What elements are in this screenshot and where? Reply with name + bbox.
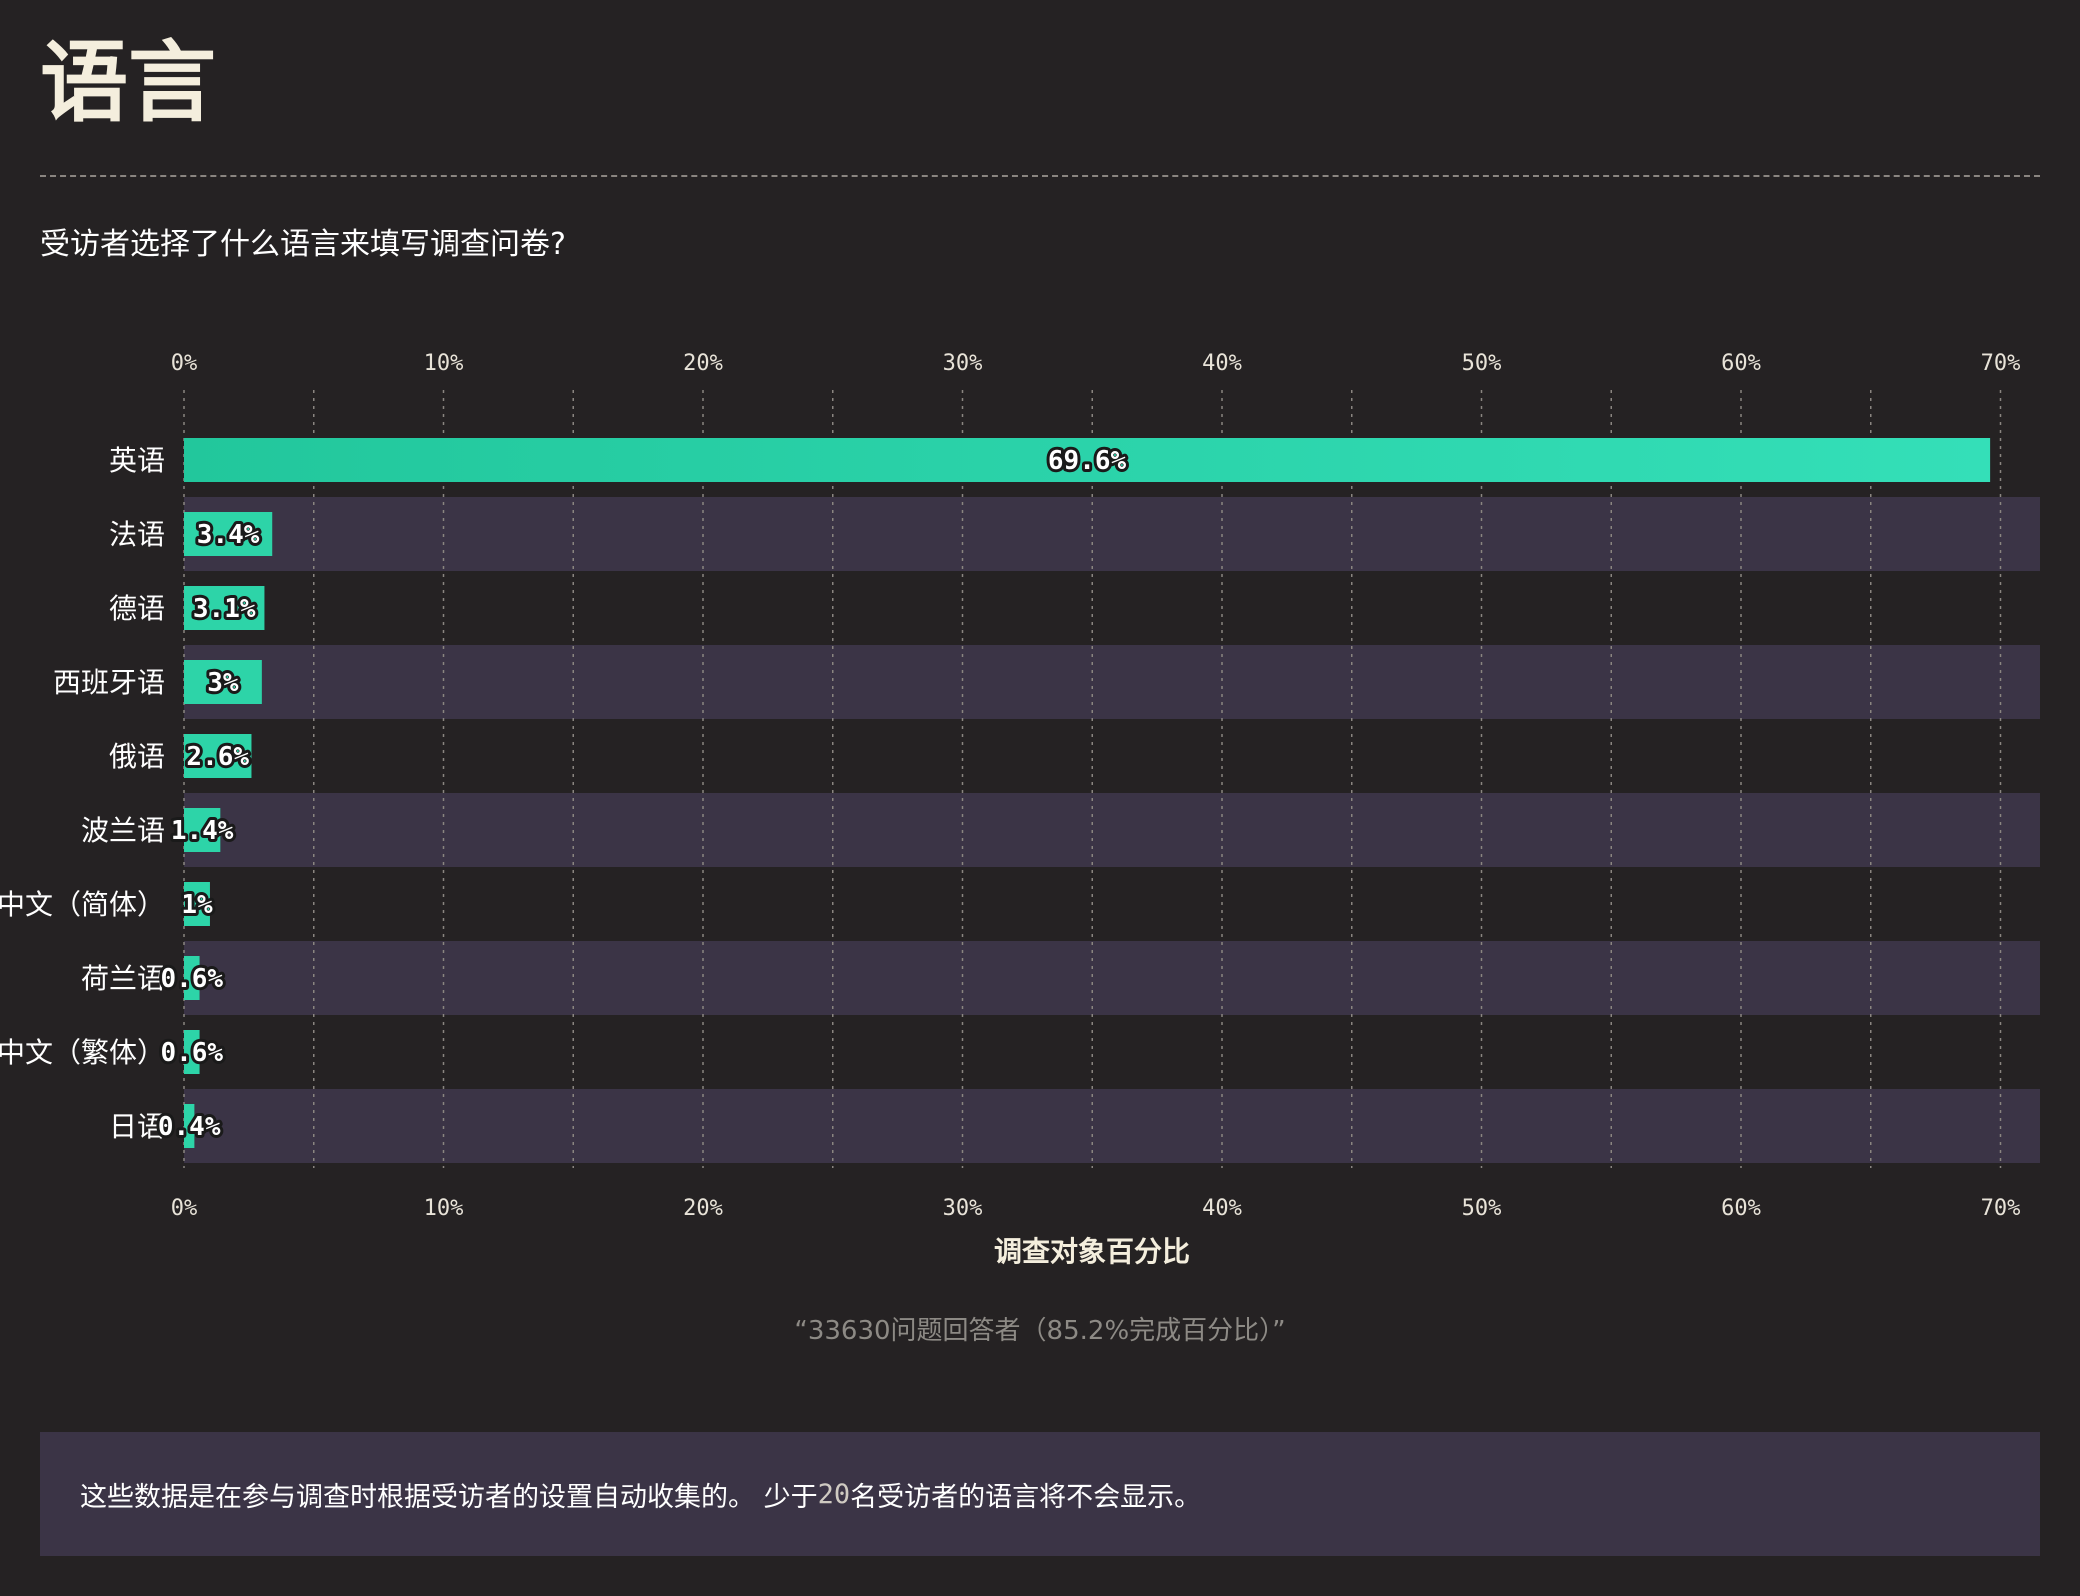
value-label: 0.4% [158,1112,221,1142]
chart-question: 受访者选择了什么语言来填写调查问卷? [40,227,566,262]
category-label: 法语 [109,518,165,551]
category-label: 中文（繁体） [0,1036,165,1069]
row-band [184,941,2040,1015]
page-title: 语言 [40,31,217,134]
footnote-number: 20 [817,1478,851,1510]
category-labels: 英语法语德语西班牙语俄语波兰语中文（简体） 荷兰语中文（繁体） 日语 [0,444,165,1143]
title-divider [40,175,2040,177]
row-band [184,645,2040,719]
x-tick-label-bottom: 70% [1981,1196,2021,1221]
x-tick-label-top: 40% [1202,351,1242,376]
value-label: 3.4% [197,520,260,550]
category-label: 波兰语 [81,814,165,847]
footnote-text-before: 这些数据是在参与调查时根据受访者的设置自动收集的。 少于 [80,1481,818,1513]
category-label: 俄语 [109,740,165,773]
x-tick-label-top: 50% [1462,351,1502,376]
x-tick-label-bottom: 40% [1202,1196,1242,1221]
row-bands [184,497,2040,1163]
category-label: 西班牙语 [53,666,165,699]
x-tick-label-top: 20% [683,351,723,376]
respondent-summary: “33630问题回答者（85.2%完成百分比）” [794,1316,1286,1346]
x-tick-label-bottom: 10% [424,1196,464,1221]
x-tick-label-top: 10% [424,351,464,376]
x-tick-label-top: 0% [171,351,198,376]
bar-chart: 英语法语德语西班牙语俄语波兰语中文（简体） 荷兰语中文（繁体） 日语 69.6% 3.… [0,351,2040,1268]
row-band [184,793,2040,867]
value-label: 0.6% [160,964,223,994]
x-tick-label-bottom: 50% [1462,1196,1502,1221]
value-label: 0.6% [160,1038,223,1068]
value-label: 2.6% [186,742,249,772]
x-tick-label-bottom: 20% [683,1196,723,1221]
x-tick-label-top: 70% [1981,351,2021,376]
category-label: 荷兰语 [81,962,165,995]
x-tick-label-top: 60% [1721,351,1761,376]
row-band [184,497,2040,571]
x-tick-label-bottom: 0% [171,1196,198,1221]
category-label: 英语 [109,444,165,477]
value-label: 3% [207,668,239,698]
x-tick-label-top: 30% [943,351,983,376]
x-axis-title: 调查对象百分比 [994,1235,1190,1268]
category-label: 中文（简体） [0,888,165,921]
row-band [184,1089,2040,1163]
footnote-box: 这些数据是在参与调查时根据受访者的设置自动收集的。 少于 20 名受访者的语言将… [40,1432,2040,1556]
bottom-axis-ticks: 0% 10% 20% 30% 40% 50% 60% 70% [171,1196,2021,1221]
category-label: 德语 [109,592,165,625]
category-label: 日语 [109,1110,165,1143]
value-label: 69.6% [1048,446,1127,476]
footnote-text-after: 名受访者的语言将不会显示。 [850,1481,1202,1513]
value-label: 3.1% [193,594,256,624]
top-axis-ticks: 0% 10% 20% 30% 40% 50% 60% 70% [171,351,2021,376]
x-tick-label-bottom: 30% [943,1196,983,1221]
value-label: 1% [181,890,213,920]
x-tick-label-bottom: 60% [1721,1196,1761,1221]
value-label: 1.4% [171,816,234,846]
